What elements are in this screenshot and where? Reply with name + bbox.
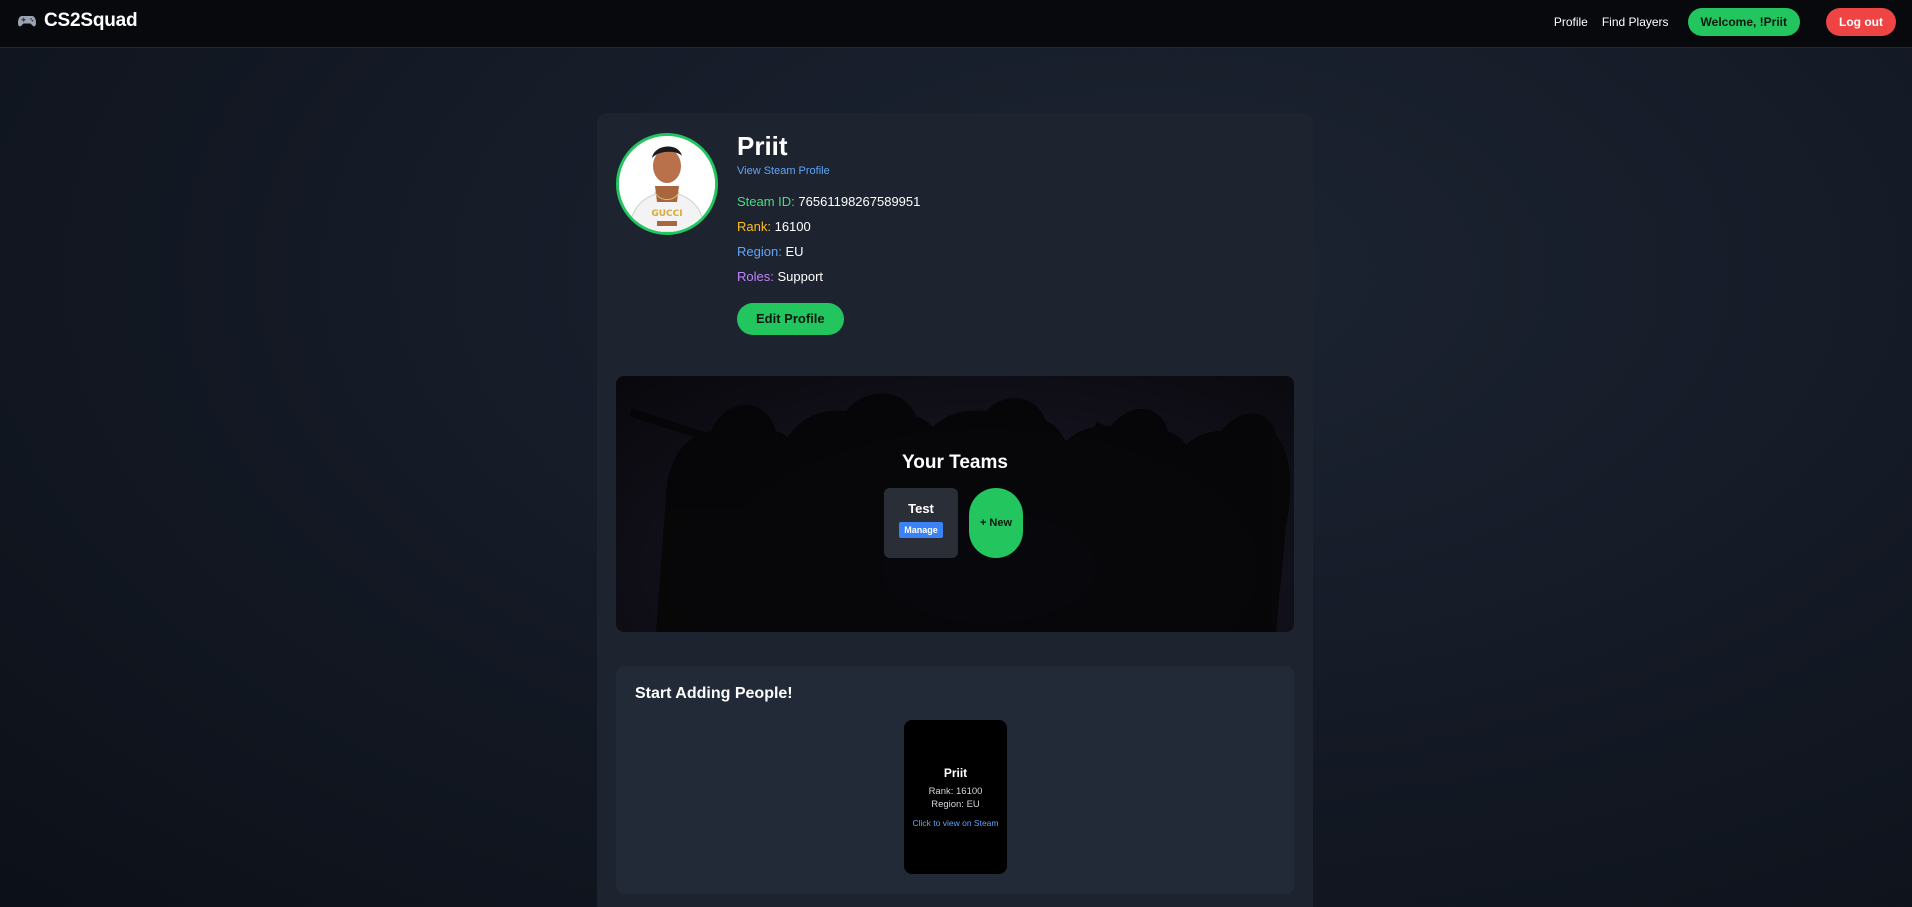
start-adding-title: Start Adding People! [635, 685, 793, 702]
profile-name: Priit [737, 131, 788, 161]
brand-name: CS2Squad [44, 10, 138, 31]
player-steam-link[interactable]: Click to view on Steam [904, 818, 1007, 828]
rank-value: 16100 [774, 219, 811, 234]
view-steam-profile-link[interactable]: View Steam Profile [737, 165, 920, 177]
rank-label: Rank: [737, 219, 771, 234]
start-adding-section: Start Adding People! Priit Rank: 16100 R… [616, 666, 1294, 894]
roles-value: Support [777, 269, 824, 284]
steam-id-value: 76561198267589951 [798, 194, 921, 209]
new-team-button[interactable]: + New [969, 488, 1023, 558]
region-row: Region: EU [737, 243, 920, 260]
top-nav-bar: CS2Squad Profile Find Players Welcome, !… [0, 0, 1912, 48]
brand[interactable]: CS2Squad [18, 10, 138, 32]
rank-row: Rank: 16100 [737, 218, 920, 235]
profile-info: Priit View Steam Profile Steam ID: 76561… [737, 133, 920, 335]
player-rank: Rank: 16100 [928, 786, 983, 797]
teams-title: Your Teams [902, 452, 1008, 473]
welcome-badge[interactable]: Welcome, !Priit [1687, 8, 1801, 36]
region-label: Region: [737, 244, 782, 259]
player-region: Region: EU [931, 799, 980, 810]
svg-text:GUCCI: GUCCI [651, 209, 682, 219]
nav-link-find-players[interactable]: Find Players [1602, 15, 1669, 29]
avatar: GUCCI [616, 133, 718, 235]
roles-label: Roles: [737, 269, 774, 284]
player-name: Priit [943, 766, 968, 780]
profile-card: GUCCI Priit View Steam Profile Steam ID:… [597, 113, 1313, 907]
team-card[interactable]: Test Manage [884, 488, 958, 558]
logout-button[interactable]: Log out [1826, 8, 1896, 36]
edit-profile-button[interactable]: Edit Profile [737, 303, 844, 335]
nav-link-profile[interactable]: Profile [1554, 15, 1588, 29]
gamepad-icon [18, 14, 36, 28]
nav-links: Profile Find Players Welcome, !Priit Log… [1554, 8, 1896, 36]
region-value: EU [785, 244, 804, 259]
player-card[interactable]: Priit Rank: 16100 Region: EU Click to vi… [904, 720, 1007, 874]
steam-id-label: Steam ID: [737, 194, 795, 209]
teams-banner: Your Teams Test Manage + New [616, 376, 1294, 632]
team-name: Test [908, 501, 934, 516]
steam-id-row: Steam ID: 76561198267589951 [737, 193, 920, 210]
roles-row: Roles: Support [737, 268, 920, 285]
manage-team-button[interactable]: Manage [899, 522, 943, 538]
